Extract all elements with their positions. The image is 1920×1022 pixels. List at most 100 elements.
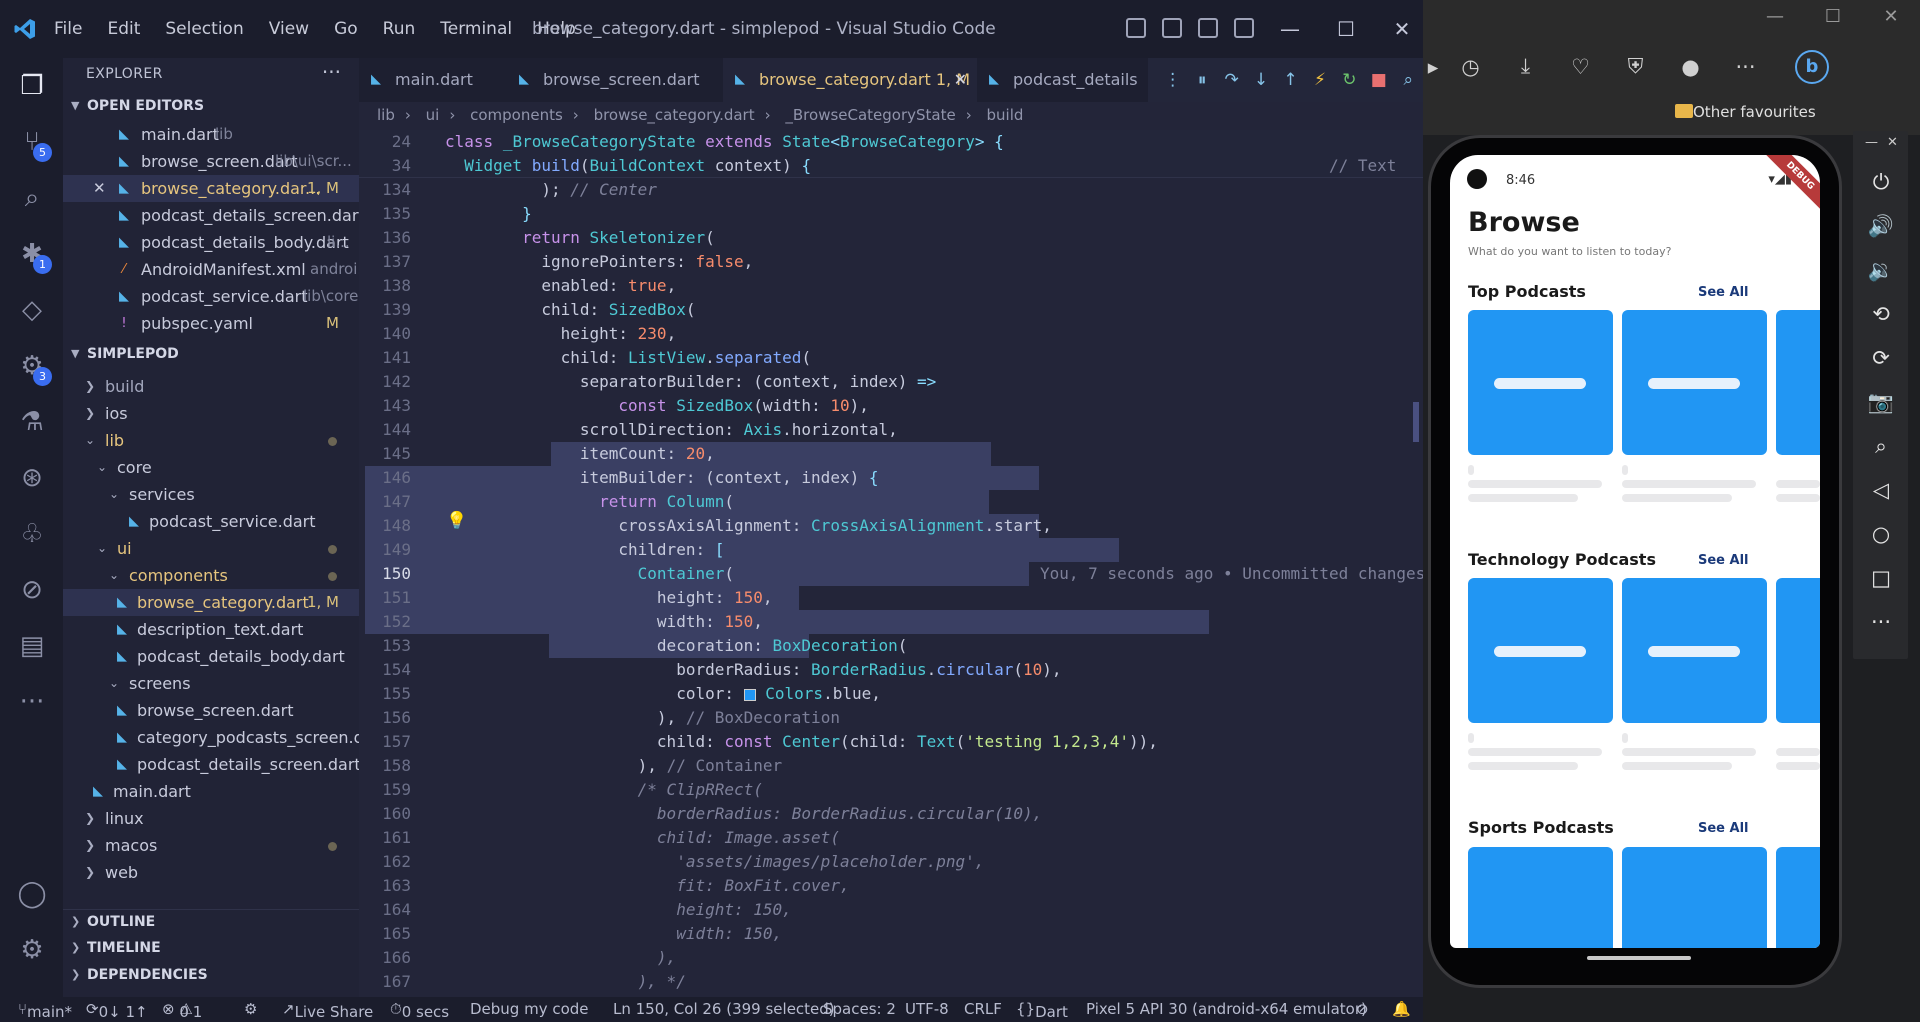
favourites-folder[interactable]: Other favourites (1693, 103, 1816, 121)
menu-edit[interactable]: Edit (107, 19, 140, 39)
maximize-button[interactable]: ☐ (1318, 14, 1374, 44)
shield-icon[interactable]: ⛨ (1608, 54, 1663, 79)
podcast-card[interactable] (1776, 578, 1820, 723)
lightbulb-icon[interactable]: 💡 (446, 511, 467, 531)
home-indicator[interactable] (1587, 956, 1691, 960)
health-icon[interactable]: ♡ (1553, 55, 1608, 79)
overview-icon[interactable]: □ (1866, 563, 1896, 593)
tree-folder[interactable]: ❯ linux (63, 805, 359, 832)
tree-file[interactable]: ◣category_podcasts_screen.dart (63, 724, 359, 751)
search-icon[interactable]: ⌕ (16, 182, 48, 214)
phone-screen[interactable]: 8:46 ▾◢▮ DEBUG Browse What do you want t… (1450, 155, 1820, 948)
dependencies-section[interactable]: ❯ DEPENDENCIES (63, 963, 359, 987)
open-editor-item-active[interactable]: ✕ ◣ browse_category.dar... 1, M (63, 175, 359, 202)
docker-icon[interactable]: ♧ (16, 518, 48, 550)
tree-folder[interactable]: ❯ build (63, 373, 359, 400)
source-control-icon[interactable]: ⑂ 5 (16, 126, 52, 162)
debug-run-icon[interactable]: ⚙ (244, 1000, 257, 1018)
zoom-icon[interactable]: ⌕ (1866, 431, 1896, 461)
breadcrumb-item[interactable]: lib (377, 106, 395, 124)
podcast-card[interactable] (1622, 847, 1767, 948)
menu-terminal[interactable]: Terminal (440, 19, 512, 39)
tree-file[interactable]: ◣ browse_screen.dart (63, 697, 359, 724)
breadcrumb-item[interactable]: browse_category.dart (594, 106, 755, 124)
menu-view[interactable]: View (269, 19, 309, 39)
live-share-button[interactable]: ↗ Live Share (282, 1000, 373, 1021)
encoding-status[interactable]: UTF-8 (905, 1000, 949, 1018)
rotate-left-icon[interactable]: ⟲ (1866, 299, 1896, 329)
settings-gear-icon[interactable]: ⚙ (16, 934, 48, 966)
open-editor-item[interactable]: ◣ podcast_details_body.dart li... (63, 229, 359, 256)
step-out-icon[interactable]: ↑ (1276, 70, 1305, 90)
extensions-icon[interactable]: ⚙ 3 (16, 350, 52, 386)
see-all-link[interactable]: See All (1698, 285, 1749, 300)
cursor-position[interactable]: Ln 150, Col 26 (399 selected) (613, 1000, 835, 1018)
volume-up-icon[interactable]: 🔊 (1866, 211, 1896, 241)
podcast-card[interactable] (1468, 847, 1613, 948)
stop-icon[interactable]: ■ (1364, 70, 1393, 90)
menu-run[interactable]: Run (383, 19, 416, 39)
pause-icon[interactable]: ⏸ (1187, 70, 1216, 90)
panel-close-icon[interactable]: ✕ (1887, 135, 1898, 150)
git-graph-icon[interactable]: ⊘ (16, 574, 48, 606)
notebook-icon[interactable]: ▤ (16, 630, 48, 662)
accounts-icon[interactable]: ◯ (16, 878, 48, 910)
open-editor-item[interactable]: ◣ main.dart lib (63, 121, 359, 148)
browser-close-button[interactable]: ✕ (1862, 6, 1920, 27)
minimize-button[interactable]: — (1262, 14, 1318, 44)
podcast-card[interactable] (1468, 578, 1613, 723)
rotate-right-icon[interactable]: ⟳ (1866, 343, 1896, 373)
hot-restart-icon[interactable]: ↻ (1335, 70, 1364, 90)
sync-status[interactable]: ⟳ 0↓ 1↑ (86, 1000, 148, 1021)
tab-main-dart[interactable]: ◣ main.dart (359, 58, 507, 102)
podcast-card[interactable] (1622, 310, 1767, 455)
back-icon[interactable]: ◁ (1866, 475, 1896, 505)
more-icon[interactable]: ··· (1718, 55, 1773, 79)
browser-minimize-button[interactable]: — (1746, 6, 1804, 27)
tree-folder[interactable]: ⌄ screens (63, 670, 359, 697)
open-editor-item[interactable]: ◣podcast_service.dartlib\core... (63, 283, 359, 310)
tree-folder[interactable]: ⌄ ui (63, 535, 359, 562)
power-icon[interactable]: ⏻ (1866, 167, 1896, 197)
open-editors-section[interactable]: ▼ OPEN EDITORS (63, 94, 359, 118)
home-icon[interactable]: ○ (1866, 519, 1896, 549)
tree-folder[interactable]: ❯ web (63, 859, 359, 886)
downloads-icon[interactable]: ⤓ (1498, 54, 1553, 79)
browser-maximize-button[interactable]: ☐ (1804, 6, 1862, 27)
breadcrumb-item[interactable]: _BrowseCategoryState (785, 106, 955, 124)
more-options-icon[interactable]: ··· (1866, 607, 1896, 637)
tree-file[interactable]: ◣ podcast_details_screen.dart (63, 751, 359, 778)
timeline-section[interactable]: ❯ TIMELINE (63, 936, 359, 960)
breadcrumb-item[interactable]: build (987, 106, 1024, 124)
tree-folder[interactable]: ⌄ components (63, 562, 359, 589)
open-editor-item[interactable]: ◣ podcast_details_screen.dart... (63, 202, 359, 229)
toggle-panel-icon[interactable] (1162, 18, 1182, 38)
volume-down-icon[interactable]: 🔉 (1866, 255, 1896, 285)
tree-file[interactable]: ◣ description_text.dart (63, 616, 359, 643)
breadcrumb-item[interactable]: components (470, 106, 563, 124)
podcast-card[interactable] (1776, 310, 1820, 455)
extension-icon[interactable]: ▸ (1423, 55, 1443, 79)
menu-file[interactable]: File (54, 19, 82, 39)
toggle-sidebar-icon[interactable] (1126, 18, 1146, 38)
close-button[interactable]: ✕ (1374, 14, 1423, 44)
timer-status[interactable]: ⏱ 0 secs (390, 1000, 449, 1021)
tree-folder[interactable]: ❯ ios (63, 400, 359, 427)
scrollbar-thumb[interactable] (1413, 402, 1419, 442)
podcast-card[interactable] (1468, 310, 1613, 455)
screenshot-camera-icon[interactable]: 📷 (1866, 387, 1896, 417)
remote-icon[interactable]: ⊛ (16, 462, 48, 494)
tree-file[interactable]: ◣ podcast_details_body.dart (63, 643, 359, 670)
tree-folder[interactable]: ❯ macos (63, 832, 359, 859)
flutter-icon[interactable]: ◇ (16, 294, 48, 326)
tree-file[interactable]: ◣ main.dart (63, 778, 359, 805)
customize-layout-icon[interactable] (1234, 18, 1254, 38)
tree-file[interactable]: ◣ podcast_service.dart (63, 508, 359, 535)
tree-folder[interactable]: ⌄ core (63, 454, 359, 481)
device-status[interactable]: Pixel 5 API 30 (android-x64 emulator) (1086, 1000, 1367, 1018)
eol-status[interactable]: CRLF (964, 1000, 1002, 1018)
tab-podcast-details[interactable]: ◣ podcast_details (977, 58, 1157, 102)
tab-browse-category[interactable]: ◣ browse_category.dart 1, M ✕ (723, 58, 977, 102)
tree-folder[interactable]: ⌄ services (63, 481, 359, 508)
devtools-search-icon[interactable]: ⌕ (1394, 70, 1423, 90)
